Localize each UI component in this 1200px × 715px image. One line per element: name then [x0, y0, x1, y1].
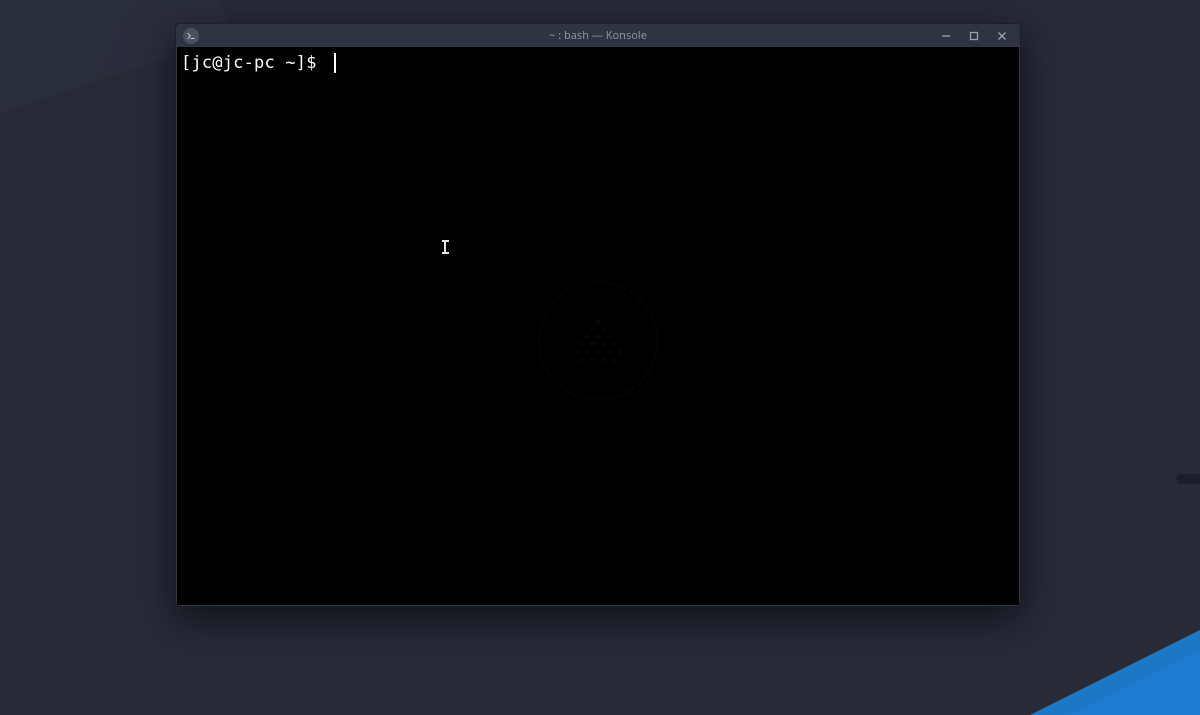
close-icon — [997, 31, 1007, 41]
minimize-button[interactable] — [932, 25, 960, 47]
terminal-area[interactable]: [jc@jc-pc ~]$ — [177, 47, 1019, 605]
maximize-button[interactable] — [960, 25, 988, 47]
minimize-icon — [941, 31, 951, 41]
terminal-icon — [183, 28, 199, 44]
text-cursor — [334, 53, 336, 73]
konsole-window: ~ : bash — Konsole — [175, 23, 1021, 607]
close-button[interactable] — [988, 25, 1016, 47]
wallpaper-accent-bottom-right — [1030, 625, 1200, 715]
panel-edge-handle[interactable] — [1176, 474, 1200, 484]
maximize-icon — [969, 31, 979, 41]
window-titlebar[interactable]: ~ : bash — Konsole — [176, 24, 1020, 47]
window-title: ~ : bash — Konsole — [176, 28, 1020, 43]
window-controls — [932, 24, 1016, 47]
mouse-ibeam-cursor — [441, 240, 449, 254]
konsole-watermark-icon — [538, 281, 658, 401]
terminal-prompt-line[interactable]: [jc@jc-pc ~]$ — [177, 47, 1019, 73]
shell-prompt: [jc@jc-pc ~]$ — [181, 53, 327, 73]
